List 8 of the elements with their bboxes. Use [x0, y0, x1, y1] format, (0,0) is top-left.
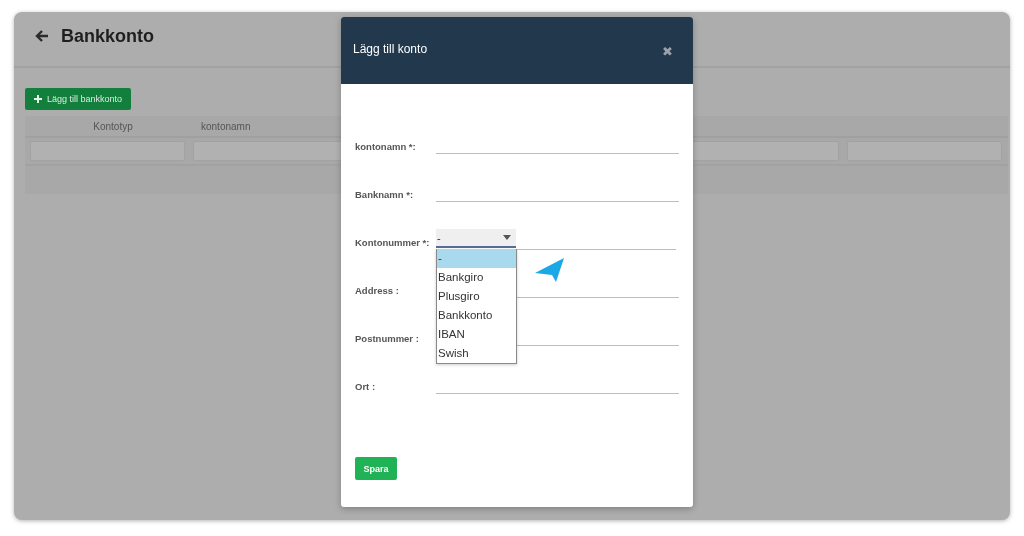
field-label: Address :: [355, 285, 400, 298]
field-label: Banknamn *:: [355, 189, 415, 202]
field-label: Ort :: [355, 381, 377, 394]
field-label: Kontonummer *:: [355, 237, 431, 250]
modal-title: Lägg till konto: [353, 42, 428, 56]
field-label: Postnummer :: [355, 333, 420, 346]
page-title: Bankkonto: [61, 25, 154, 47]
field-label: kontonamn *:: [355, 141, 417, 154]
